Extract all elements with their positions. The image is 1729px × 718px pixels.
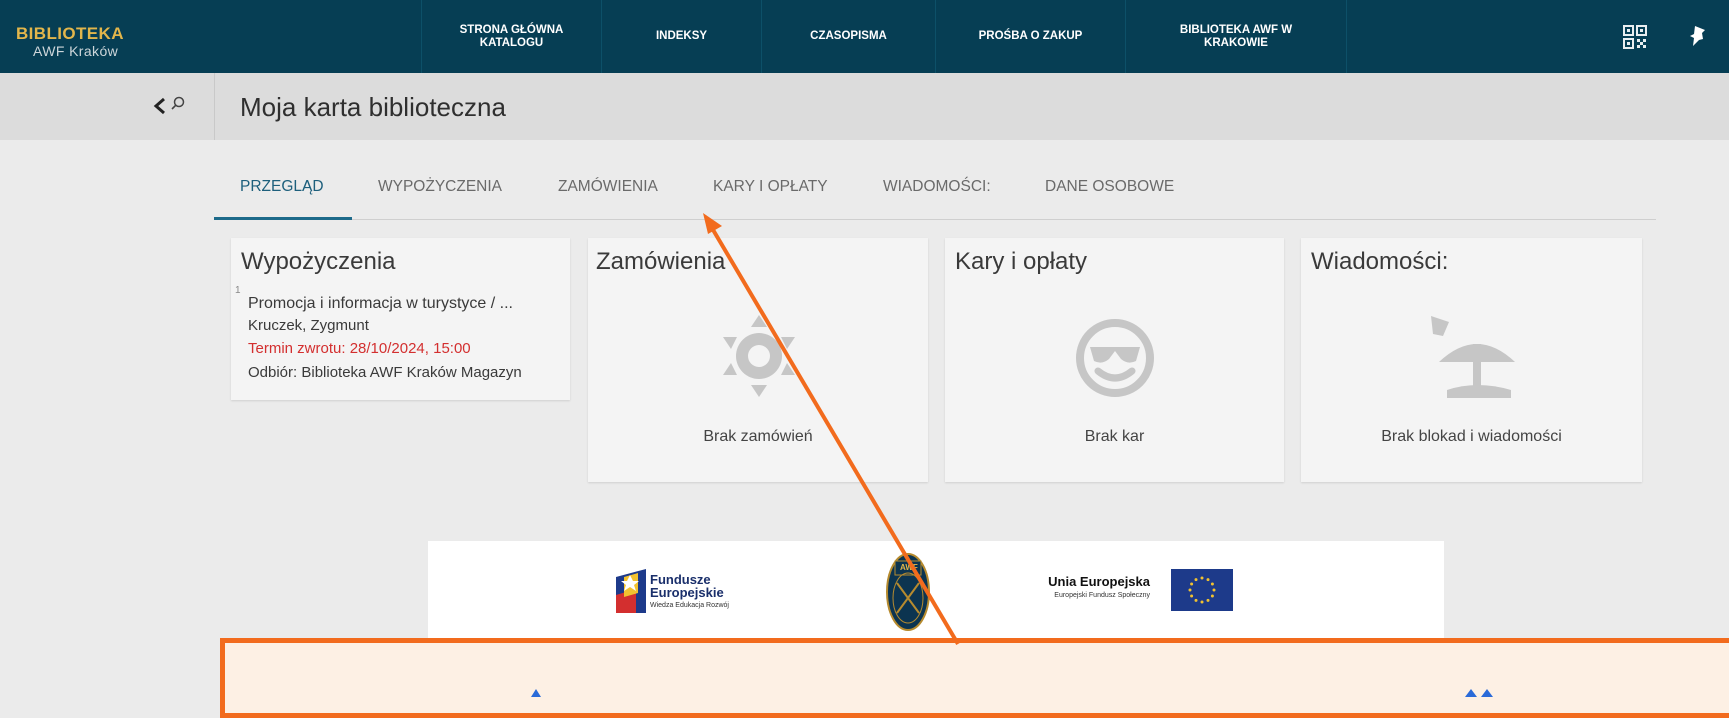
- awf-badge-text: AWF: [900, 563, 918, 572]
- fundusze-europejskie-logo: [616, 569, 646, 618]
- annotation-callout-box: [220, 638, 1729, 718]
- nav-item-journals[interactable]: CZASOPISMA: [761, 0, 935, 73]
- tab-loans[interactable]: WYPOŻYCZENIA: [378, 178, 502, 196]
- messages-empty-message: Brak blokad i wiadomości: [1381, 428, 1562, 445]
- callout-decoration-right: [1465, 689, 1493, 697]
- nav-item-label: INDEKSY: [655, 30, 708, 42]
- nav-item-purchase-request[interactable]: PROŚBA O ZAKUP: [935, 0, 1125, 73]
- awf-badge-logo: AWF: [886, 553, 930, 636]
- smiley-sunglasses-icon: [1074, 317, 1156, 404]
- beach-umbrella-icon: [1431, 314, 1517, 403]
- tab-personal-data[interactable]: DANE OSOBOWE: [1045, 178, 1174, 196]
- header-divider: [214, 73, 215, 140]
- card-loans[interactable]: Wypożyczenia 1 Promocja i informacja w t…: [231, 238, 570, 400]
- card-title[interactable]: Wiadomości:: [1311, 248, 1448, 276]
- brand-logo-title[interactable]: BIBLIOTEKA: [16, 24, 124, 44]
- nav-item-label: BIBLIOTEKA AWF W: [1179, 23, 1293, 36]
- qr-code-icon[interactable]: [1621, 23, 1649, 51]
- loan-item-pickup: Odbiór: Biblioteka AWF Kraków Magazyn: [248, 364, 522, 381]
- tab-orders[interactable]: ZAMÓWIENIA: [558, 178, 658, 196]
- nav-item-awf-library[interactable]: BIBLIOTEKA AWF W KRAKOWIE: [1125, 0, 1347, 73]
- nav-item-label: KRAKOWIE: [1204, 36, 1268, 49]
- card-messages[interactable]: Wiadomości: Brak blokad i wiadomości: [1301, 238, 1642, 482]
- orders-empty-message: Brak zamówień: [703, 428, 813, 445]
- tabs-divider: [214, 219, 1656, 220]
- tab-overview[interactable]: PRZEGLĄD: [240, 178, 324, 196]
- nav-item-indexes[interactable]: INDEKSY: [601, 0, 761, 73]
- nav-item-label: CZASOPISMA: [810, 30, 887, 42]
- card-orders[interactable]: Zamówienia Brak zamówień: [588, 238, 928, 482]
- funding-logos-banner: Fundusze Europejskie Wiedza Edukacja Roz…: [428, 541, 1444, 642]
- top-navigation-bar: BIBLIOTEKA AWF Kraków STRONA GŁÓWNA KATAL…: [0, 0, 1729, 73]
- tab-messages[interactable]: WIADOMOŚCI:: [883, 178, 991, 196]
- chevron-left-icon[interactable]: [152, 97, 168, 120]
- eu-logo-subtitle: Europejski Fundusz Społeczny: [1054, 592, 1150, 599]
- card-title[interactable]: Wypożyczenia: [241, 248, 396, 276]
- fe-logo-title-2: Europejskie: [650, 585, 724, 600]
- fines-empty-message: Brak kar: [1084, 428, 1145, 445]
- card-title[interactable]: Zamówienia: [596, 248, 725, 276]
- search-icon[interactable]: [170, 95, 186, 118]
- nav-item-catalog-home[interactable]: STRONA GŁÓWNA KATALOGU: [421, 0, 601, 73]
- sun-icon: [721, 315, 797, 402]
- card-fines[interactable]: Kary i opłaty Brak kar: [945, 238, 1284, 482]
- eu-logo-title: Unia Europejska: [1048, 574, 1150, 589]
- loan-item-number: 1: [235, 285, 241, 296]
- sidebar-toggle[interactable]: [0, 73, 216, 140]
- card-title[interactable]: Kary i opłaty: [955, 248, 1087, 276]
- nav-item-label: KATALOGU: [479, 36, 544, 49]
- loan-item-author: Kruczek, Zygmunt: [248, 317, 369, 334]
- loan-item-due-date: Termin zwrotu: 28/10/2024, 15:00: [248, 340, 471, 357]
- eu-flag-icon: [1171, 569, 1233, 616]
- callout-decoration-left: [531, 689, 541, 697]
- nav-item-label: STRONA GŁÓWNA: [459, 23, 564, 36]
- pin-icon[interactable]: [1686, 24, 1710, 50]
- active-tab-indicator: [214, 217, 352, 220]
- page-title: Moja karta biblioteczna: [240, 92, 506, 122]
- brand-logo-subtitle[interactable]: AWF Kraków: [33, 43, 118, 59]
- tab-fines-fees[interactable]: KARY I OPŁATY: [713, 178, 828, 196]
- fe-logo-subtitle: Wiedza Edukacja Rozwój: [650, 602, 729, 609]
- loan-item-title[interactable]: Promocja i informacja w turystyce / ...: [248, 295, 513, 313]
- nav-item-label: PROŚBA O ZAKUP: [978, 30, 1083, 42]
